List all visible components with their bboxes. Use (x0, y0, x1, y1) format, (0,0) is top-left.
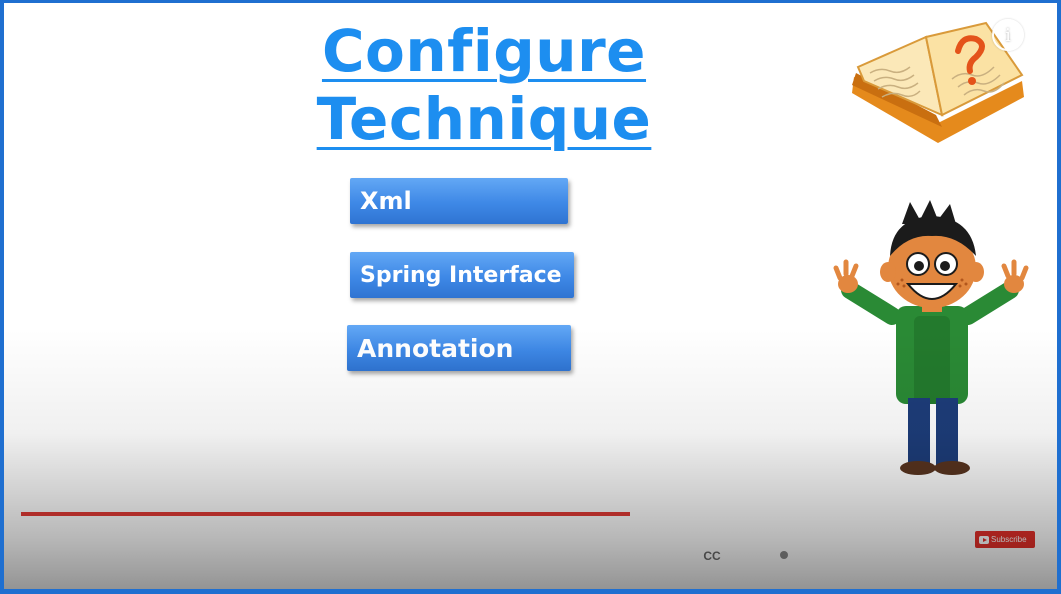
miniplayer-icon (837, 542, 871, 568)
kid-illustration (833, 200, 1029, 475)
previous-icon (52, 545, 73, 565)
player-controls: 2:52:38 / 4:50:35 CC (4, 527, 1057, 583)
pause-icon (121, 544, 139, 566)
progress-played (21, 512, 630, 516)
settings-button[interactable] (764, 535, 804, 575)
volume-icon (253, 544, 274, 566)
time-display: 2:52:38 / 4:50:35 (310, 543, 453, 565)
miniplayer-button[interactable] (834, 535, 874, 575)
next-icon (185, 545, 206, 565)
captions-button[interactable]: CC (692, 535, 732, 575)
topic-spring-interface: Spring Interface (350, 252, 574, 298)
time-separator: / (373, 543, 390, 564)
topic-annotation: Annotation (347, 325, 571, 371)
topic-xml: Xml (350, 178, 568, 224)
progress-bar[interactable] (21, 512, 1039, 516)
captions-icon: CC (695, 543, 729, 567)
youtube-logo-icon (979, 535, 989, 544)
slide-title: Configure Technique (316, 17, 652, 153)
previous-button[interactable] (42, 535, 82, 575)
info-icon[interactable]: i (992, 19, 1024, 51)
volume-button[interactable] (246, 535, 286, 575)
captions-label: CC (703, 549, 721, 563)
video-frame[interactable]: Configure Technique Xml Spring Interface… (4, 3, 1057, 589)
pause-button[interactable] (110, 535, 150, 575)
settings-gear-icon (770, 541, 798, 569)
theater-mode-icon (910, 543, 946, 567)
next-button[interactable] (176, 535, 216, 575)
subscribe-label: Subscribe (991, 535, 1027, 544)
current-time: 2:52:38 (310, 543, 374, 564)
subscribe-button[interactable]: Subscribe (975, 531, 1035, 548)
theater-mode-button[interactable] (908, 535, 948, 575)
duration: 4:50:35 (389, 543, 453, 564)
